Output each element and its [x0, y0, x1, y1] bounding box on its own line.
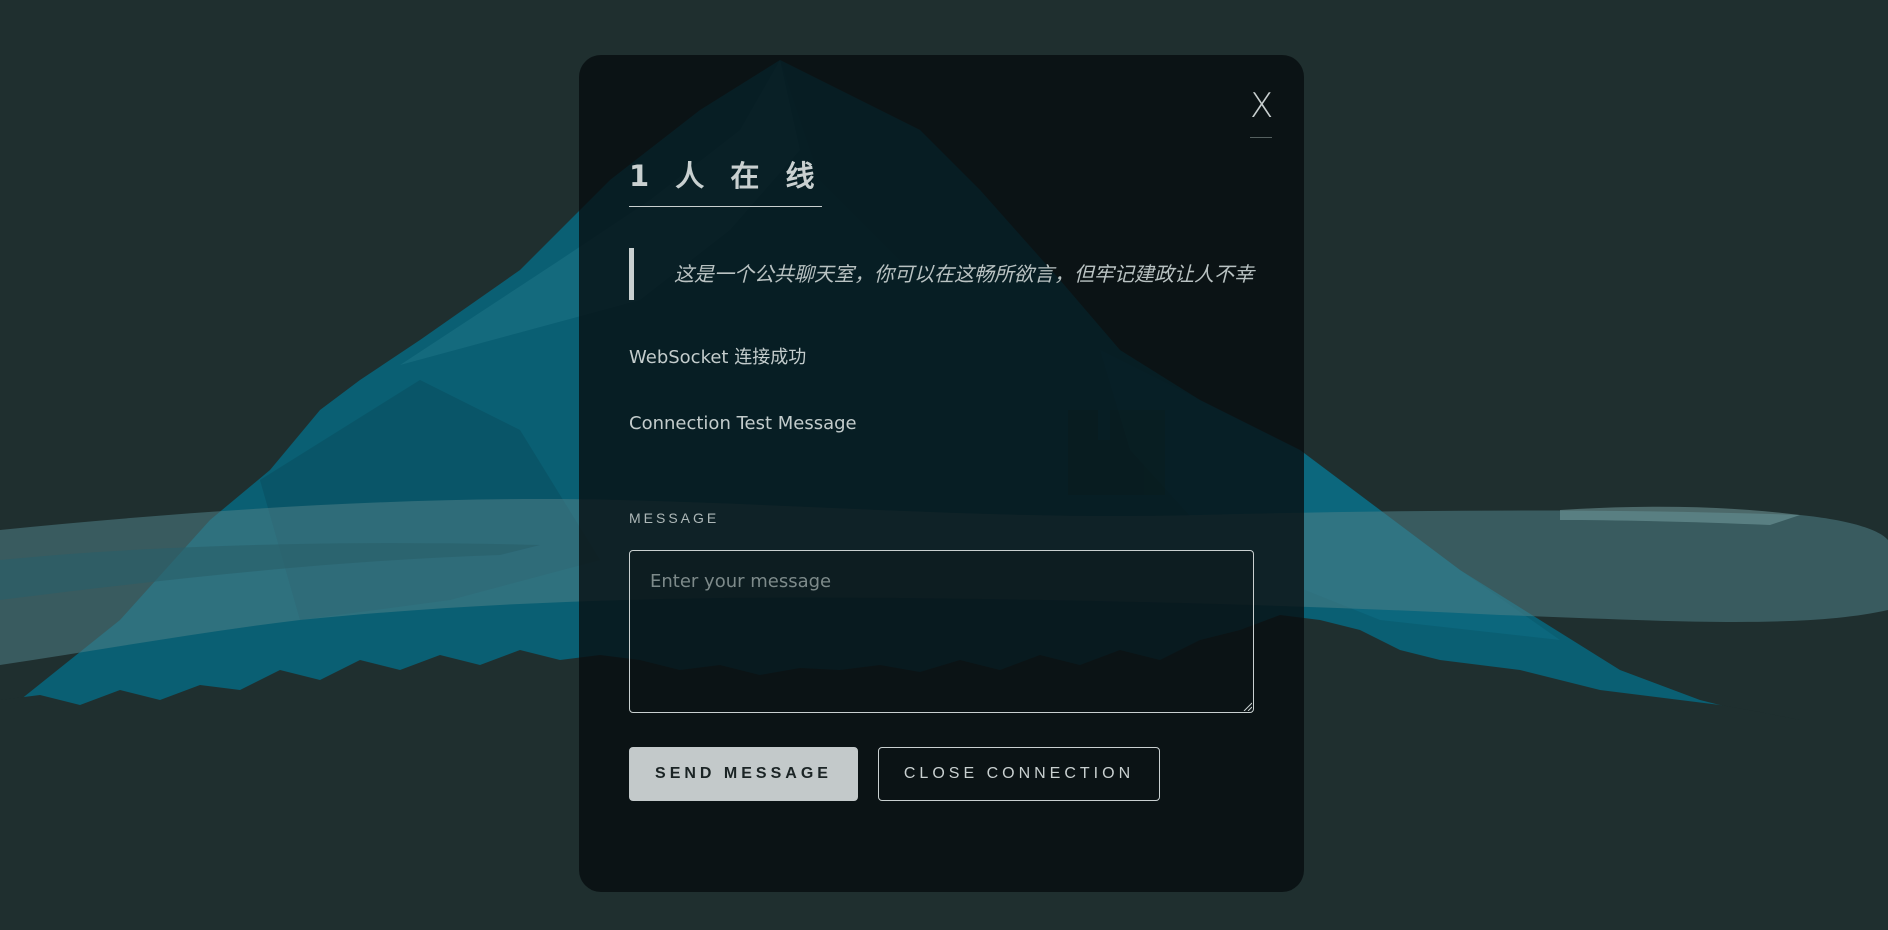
- close-button[interactable]: X: [1250, 84, 1273, 138]
- chat-message: Connection Test Message: [629, 413, 857, 434]
- chatroom-notice: 这是一个公共聊天室，你可以在这畅所欲言，但牢记建政让人不幸: [629, 248, 1254, 300]
- close-icon[interactable]: X: [1250, 86, 1273, 126]
- close-connection-button[interactable]: CLOSE CONNECTION: [878, 747, 1160, 801]
- message-label: MESSAGE: [629, 510, 720, 526]
- close-underline: [1250, 137, 1272, 138]
- message-input[interactable]: [629, 550, 1254, 713]
- resize-grip-icon[interactable]: [1243, 702, 1252, 711]
- online-count-title: 1 人 在 线: [629, 156, 823, 207]
- chat-message: WebSocket 连接成功: [629, 347, 807, 368]
- send-message-button[interactable]: SEND MESSAGE: [629, 747, 858, 801]
